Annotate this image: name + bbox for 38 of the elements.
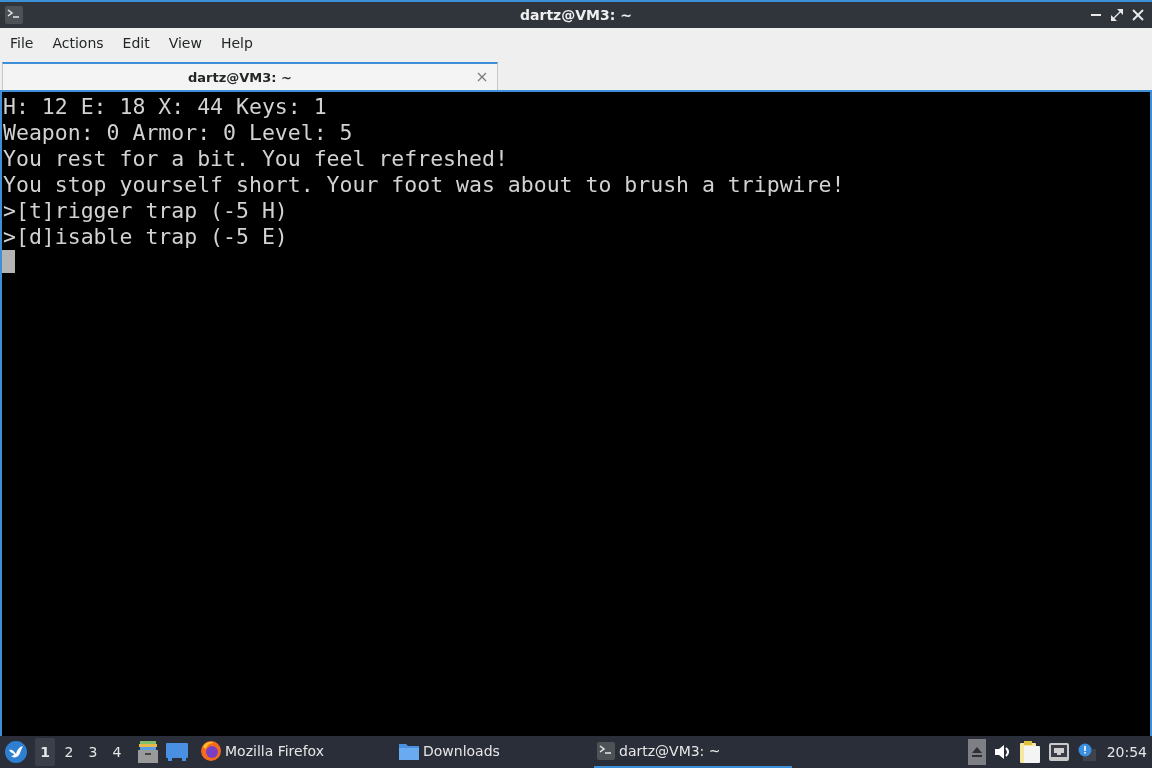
eject-icon[interactable] — [967, 739, 986, 765]
taskbar-button[interactable]: Downloads — [396, 736, 594, 768]
workspace-button[interactable]: 2 — [59, 738, 79, 766]
clock[interactable]: 20:54 — [1106, 744, 1147, 760]
terminal-icon — [597, 742, 615, 760]
folder-icon — [399, 742, 419, 760]
menu-item[interactable]: Edit — [114, 30, 158, 55]
speaker-icon[interactable] — [994, 744, 1011, 760]
task-label: Mozilla Firefox — [225, 743, 325, 759]
workspace-button[interactable]: 3 — [83, 738, 103, 766]
file-cabinet-icon[interactable] — [138, 741, 158, 763]
menu-item[interactable]: View — [160, 30, 210, 55]
notification-icon[interactable] — [1077, 743, 1096, 761]
terminal-line: >[t]rigger trap (-5 H) — [3, 198, 289, 224]
taskbar-button[interactable]: Mozilla Firefox — [198, 736, 396, 768]
task-label: Downloads — [423, 743, 500, 759]
terminal-line: >[d]isable trap (-5 E) — [3, 224, 289, 250]
terminal-line: Weapon: 0 Armor: 0 Level: 5 — [3, 120, 354, 146]
terminal-line: You rest for a bit. You feel refreshed! — [3, 146, 509, 172]
workspace-button[interactable]: 1 — [35, 738, 55, 766]
terminal-line: You stop yourself short. Your foot was about to brush a tripwire! — [3, 172, 846, 198]
network-icon[interactable] — [1048, 743, 1069, 761]
menu-item[interactable]: Actions — [44, 30, 112, 55]
browser-logo-icon — [201, 741, 221, 761]
terminal-tab[interactable]: dartz@VM3: ~ — [2, 62, 498, 90]
window-title: dartz@VM3: ~ — [520, 7, 632, 23]
terminal-line: H: 12 E: 18 X: 44 Keys: 1 — [3, 94, 328, 120]
desktop-icon[interactable] — [166, 742, 188, 762]
task-label: dartz@VM3: ~ — [619, 743, 721, 759]
menu-item[interactable]: File — [2, 30, 42, 55]
clipboard-icon[interactable] — [1019, 741, 1040, 763]
workspace-button[interactable]: 4 — [107, 738, 127, 766]
maximize-icon[interactable] — [1111, 9, 1123, 21]
menu-item[interactable]: Help — [212, 30, 261, 55]
tab-label: dartz@VM3: ~ — [187, 69, 293, 85]
bird-icon[interactable] — [5, 741, 27, 763]
taskbar-button[interactable]: dartz@VM3: ~ — [594, 736, 792, 768]
terminal-icon — [5, 6, 23, 24]
